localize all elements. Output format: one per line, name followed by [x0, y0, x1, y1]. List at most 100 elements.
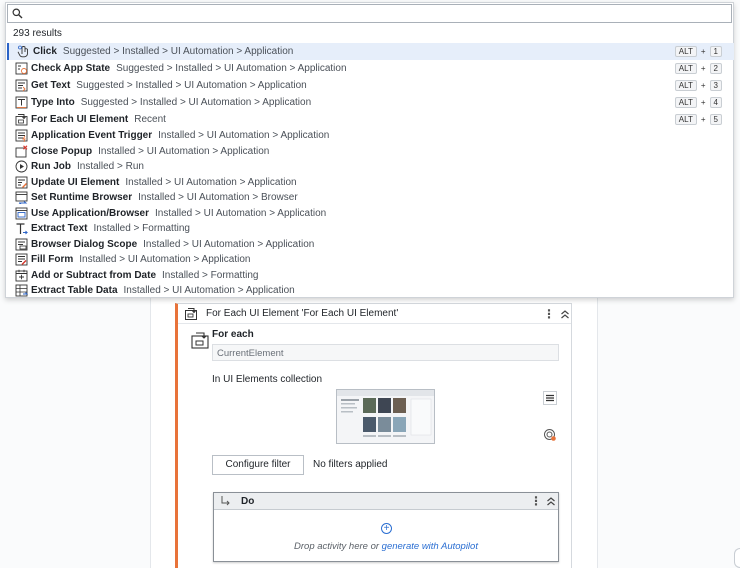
- plus-sign: +: [700, 98, 706, 107]
- result-item[interactable]: Add or Subtract from Date Installed > For…: [7, 268, 734, 284]
- search-bar[interactable]: [7, 4, 732, 23]
- do-sequence[interactable]: Do ⋮ + Drop activity here or generate wi…: [213, 492, 559, 562]
- result-item[interactable]: Check App State Suggested > Installed > U…: [7, 60, 734, 77]
- result-path: Installed > UI Automation > Application: [155, 207, 327, 219]
- for-each-ui-element-icon: [15, 114, 28, 126]
- for-each-loop-icon: [191, 332, 209, 349]
- run-job-icon: [15, 160, 28, 173]
- result-path: Suggested > Installed > UI Automation > …: [80, 97, 312, 108]
- collection-label: In UI Elements collection: [212, 374, 323, 385]
- result-text: Extract Text Installed > Formatting: [31, 223, 190, 234]
- result-text: Run Job Installed > Run: [31, 161, 144, 172]
- result-path: Installed > UI Automation > Application: [143, 238, 315, 250]
- result-item[interactable]: Get Text Suggested > Installed > UI Autom…: [7, 77, 734, 94]
- screenshot-image: [337, 390, 434, 437]
- more-options-icon[interactable]: ⋮: [543, 307, 555, 321]
- result-item[interactable]: Use Application/Browser Installed > UI Au…: [7, 206, 734, 222]
- menu-icon[interactable]: [543, 391, 557, 405]
- keyboard-shortcut: ALT +2: [674, 63, 722, 74]
- result-item[interactable]: Run Job Installed > Run: [7, 159, 734, 175]
- search-icon: [12, 8, 23, 19]
- for-each-variable-field[interactable]: CurrentElement: [212, 344, 559, 361]
- for-each-ui-element-activity[interactable]: For Each UI Element 'For Each UI Element…: [175, 303, 572, 568]
- activity-search-popup: 293 results Click Suggested > Installed >…: [5, 2, 734, 298]
- result-text: Get Text Suggested > Installed > UI Autom…: [31, 80, 307, 91]
- result-path: Installed > Run: [77, 161, 144, 172]
- result-text: Update UI Element Installed > UI Automati…: [31, 177, 297, 188]
- result-item[interactable]: Extract Text Installed > Formatting: [7, 221, 734, 237]
- shortcut-modifier: ALT: [674, 46, 697, 57]
- results-list: Click Suggested > Installed > UI Automati…: [7, 43, 734, 299]
- update-ui-element-icon: [15, 176, 28, 188]
- configure-filter-button[interactable]: Configure filter: [212, 455, 304, 475]
- result-text: Type Into Suggested > Installed > UI Auto…: [31, 97, 311, 108]
- result-text: Add or Subtract from Date Installed > For…: [31, 270, 258, 281]
- result-item[interactable]: Type Into Suggested > Installed > UI Auto…: [7, 94, 734, 111]
- search-input[interactable]: [28, 6, 728, 21]
- get-text-icon: [15, 79, 28, 92]
- result-path: Installed > Formatting: [93, 223, 190, 234]
- result-item[interactable]: Set Runtime Browser Installed > UI Automa…: [7, 190, 734, 206]
- result-item[interactable]: Update UI Element Installed > UI Automati…: [7, 175, 734, 191]
- result-text: Fill Form Installed > UI Automation > App…: [31, 254, 250, 265]
- do-title: Do: [241, 496, 255, 507]
- result-name: Use Application/Browser: [31, 207, 149, 219]
- result-name: Type Into: [31, 97, 75, 108]
- result-item[interactable]: Application Event Trigger Installed > UI …: [7, 128, 734, 144]
- indicate-target-icon[interactable]: [543, 428, 557, 442]
- result-name: Extract Table Data: [31, 285, 118, 296]
- keyboard-shortcut: ALT +4: [674, 97, 722, 108]
- for-each-ui-element-icon: [185, 308, 197, 320]
- shortcut-modifier: ALT: [674, 114, 697, 125]
- activity-header[interactable]: For Each UI Element 'For Each UI Element…: [178, 304, 571, 324]
- side-panel-handle[interactable]: [734, 548, 740, 568]
- result-path: Installed > UI Automation > Application: [98, 145, 270, 157]
- result-name: Click: [33, 46, 57, 57]
- keyboard-shortcut: ALT +1: [674, 46, 722, 57]
- do-more-options-icon[interactable]: ⋮: [530, 494, 542, 508]
- result-name: Browser Dialog Scope: [31, 238, 138, 250]
- shortcut-modifier: ALT: [674, 97, 697, 108]
- date-icon: [15, 269, 28, 281]
- result-text: Use Application/Browser Installed > UI Au…: [31, 208, 326, 219]
- shortcut-key: 4: [709, 97, 722, 108]
- result-path: Installed > UI Automation > Application: [79, 254, 251, 265]
- generate-with-autopilot-link[interactable]: generate with Autopilot: [382, 541, 478, 552]
- result-path: Installed > UI Automation > Application: [158, 130, 330, 141]
- result-item[interactable]: Browser Dialog Scope Installed > UI Autom…: [7, 237, 734, 253]
- shortcut-key: 1: [709, 46, 722, 57]
- result-text: Set Runtime Browser Installed > UI Automa…: [31, 192, 298, 203]
- result-item[interactable]: Close Popup Installed > UI Automation > A…: [7, 144, 734, 160]
- for-each-label: For each: [212, 329, 254, 340]
- collapse-icon[interactable]: [559, 307, 571, 321]
- close-popup-icon: [15, 144, 28, 157]
- shortcut-key: 3: [709, 80, 722, 91]
- check-app-state-icon: [15, 62, 28, 75]
- result-name: Application Event Trigger: [31, 130, 153, 141]
- add-activity-icon[interactable]: +: [381, 523, 392, 534]
- result-path: Installed > Formatting: [162, 269, 259, 281]
- fill-form-icon: [15, 253, 28, 266]
- target-screenshot[interactable]: [336, 389, 435, 444]
- result-item[interactable]: Extract Table Data Installed > UI Automat…: [7, 283, 734, 299]
- result-item[interactable]: Fill Form Installed > UI Automation > App…: [7, 252, 734, 268]
- result-text: Browser Dialog Scope Installed > UI Autom…: [31, 239, 314, 250]
- result-text: Application Event Trigger Installed > UI …: [31, 130, 329, 141]
- drop-hint: Drop activity here or: [294, 541, 382, 552]
- shortcut-key: 5: [709, 114, 722, 125]
- do-collapse-icon[interactable]: [545, 494, 557, 508]
- result-item[interactable]: Click Suggested > Installed > UI Automati…: [7, 43, 734, 60]
- shortcut-key: 2: [709, 63, 722, 74]
- filter-status: No filters applied: [313, 459, 388, 470]
- plus-sign: +: [700, 115, 706, 124]
- result-name: Run Job: [31, 161, 71, 172]
- result-name: For Each UI Element: [31, 114, 129, 125]
- result-path: Suggested > Installed > UI Automation > …: [62, 46, 294, 57]
- result-path: Suggested > Installed > UI Automation > …: [76, 80, 307, 91]
- type-into-icon: [15, 96, 28, 109]
- result-path: Recent: [134, 114, 166, 125]
- do-header[interactable]: Do ⋮: [214, 493, 558, 510]
- result-name: Set Runtime Browser: [31, 192, 133, 203]
- result-name: Update UI Element: [31, 176, 120, 188]
- result-item[interactable]: For Each UI Element Recent ALT +5: [7, 111, 734, 128]
